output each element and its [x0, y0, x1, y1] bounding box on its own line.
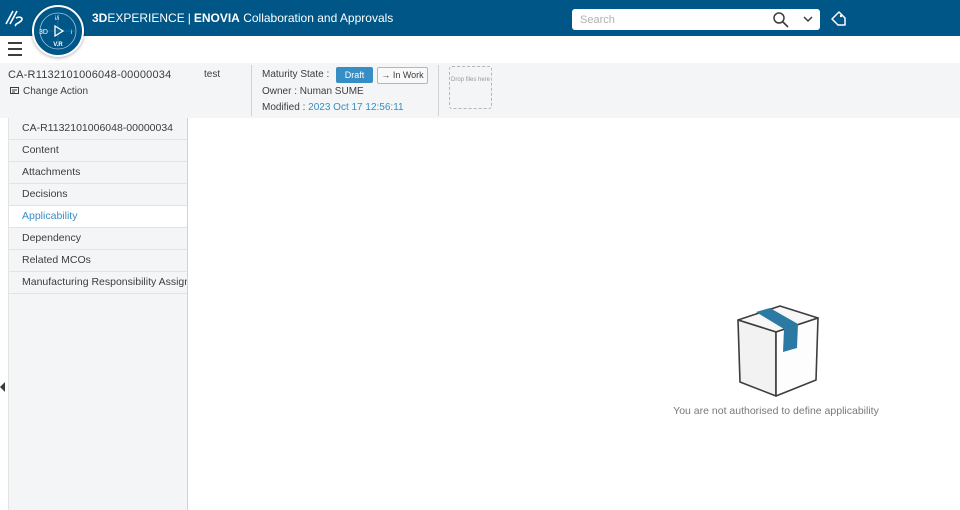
search-box	[572, 9, 820, 30]
modified-line: Modified : 2023 Oct 17 12:56:11	[262, 102, 404, 113]
sidebar-item-manufacturing-responsibility[interactable]: Manufacturing Responsibility Assignment	[9, 272, 187, 294]
header-divider	[438, 65, 439, 116]
sidebar-item-id[interactable]: CA-R1132101006048-00000034	[9, 118, 187, 140]
chevron-down-icon[interactable]	[802, 13, 814, 25]
promote-in-work-button[interactable]: → In Work	[377, 67, 428, 84]
compass-version: V.R	[53, 42, 63, 48]
maturity-label: Maturity State :	[262, 69, 330, 80]
owner-value: Numan SUME	[299, 86, 364, 97]
sidebar-item-decisions[interactable]: Decisions	[9, 184, 187, 206]
header-divider	[251, 65, 252, 116]
object-type: Change Action	[10, 86, 88, 97]
brand-enovia: ENOVIA	[193, 11, 240, 25]
owner-line: Owner : Numan SUME	[262, 86, 364, 97]
object-header: CA-R1132101006048-00000034 Change Action…	[0, 63, 960, 118]
brand-experience: EXPERIENCE	[107, 11, 185, 25]
modified-value[interactable]: 2023 Oct 17 12:56:11	[308, 102, 403, 113]
svg-text:i: i	[71, 30, 72, 36]
owner-label: Owner :	[262, 86, 298, 97]
sidebar-item-dependency[interactable]: Dependency	[9, 228, 187, 250]
empty-box-icon	[737, 305, 819, 397]
drop-zone[interactable]: Drop files here	[449, 66, 492, 109]
app-name: Collaboration and Approvals	[243, 11, 394, 25]
modified-label: Modified :	[262, 102, 306, 113]
menu-icon[interactable]	[8, 42, 22, 56]
dassault-logo-icon[interactable]	[4, 8, 26, 28]
object-title: test	[204, 69, 221, 80]
sidebar-item-applicability[interactable]: Applicability	[9, 206, 187, 228]
menu-line	[8, 42, 22, 44]
tag-icon[interactable]	[829, 10, 847, 28]
object-type-label: Change Action	[23, 86, 89, 97]
change-action-icon	[10, 87, 19, 94]
empty-state-message: You are not authorised to define applica…	[673, 405, 879, 417]
svg-text:3D: 3D	[39, 29, 48, 36]
menu-line	[8, 54, 22, 56]
sidebar-item-related-mcos[interactable]: Related MCOs	[9, 250, 187, 272]
app-brand: 3DEXPERIENCE | ENOVIA Collaboration and Ap…	[92, 11, 393, 25]
applicability-panel	[191, 118, 960, 510]
search-input[interactable]	[572, 9, 778, 30]
object-id: CA-R1132101006048-00000034	[8, 69, 172, 81]
menu-line	[8, 48, 22, 50]
state-draft-badge[interactable]: Draft	[336, 67, 373, 83]
compass-button[interactable]: 3D i/i i V.R	[32, 5, 84, 57]
sidebar-item-content[interactable]: Content	[9, 140, 187, 162]
svg-text:i/i: i/i	[55, 16, 59, 22]
brand-3d: 3D	[92, 11, 108, 25]
brand-separator: |	[187, 11, 191, 25]
search-icon[interactable]	[772, 11, 790, 28]
sidebar-item-attachments[interactable]: Attachments	[9, 162, 187, 184]
collapse-panel-icon[interactable]	[0, 382, 5, 392]
top-bar: 3DEXPERIENCE | ENOVIA Collaboration and Ap…	[0, 0, 960, 36]
object-nav-sidebar: CA-R1132101006048-00000034 Content Attac…	[8, 118, 188, 510]
